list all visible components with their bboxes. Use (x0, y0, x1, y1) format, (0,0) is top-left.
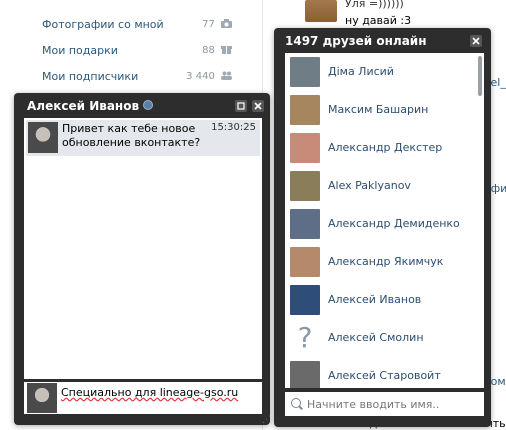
friend-name[interactable]: Александр Демиденко (328, 217, 460, 230)
close-icon (254, 102, 262, 110)
friend-item[interactable]: Alex Paklyanov (285, 167, 473, 205)
friend-item[interactable]: ? Алексей Смолин (285, 319, 473, 357)
avatar[interactable] (28, 122, 58, 153)
friend-name[interactable]: Алексей Старовойт (328, 369, 441, 382)
resize-grip-icon[interactable]: ⋰ (262, 415, 272, 425)
menu-item-photos-with-me[interactable]: Фотографии со мной 77 (30, 12, 242, 38)
avatar (290, 285, 320, 315)
menu-item-count: 88 (202, 38, 232, 64)
friend-item[interactable]: Максим Башарин (285, 91, 473, 129)
friend-item[interactable]: Алексей Иванов (285, 281, 473, 319)
close-chat-button[interactable] (252, 100, 264, 112)
menu-item-label: Фотографии со мной (42, 18, 164, 31)
menu-item-my-followers[interactable]: Мои подписчики 3 440 (30, 64, 242, 90)
avatar: ? (290, 323, 320, 353)
friends-list[interactable]: Діма Лисий Максим Башарин Александр Декс… (285, 53, 484, 388)
friend-item[interactable]: Діма Лисий (285, 53, 473, 91)
avatar (290, 57, 320, 87)
online-status-icon (143, 100, 154, 110)
friends-scrollbar[interactable] (478, 56, 482, 96)
message-draft[interactable]: Специально для lineage-gso.ru (61, 386, 238, 399)
close-friends-button[interactable] (470, 35, 482, 47)
background-message: ну давай :3 (345, 14, 412, 27)
restore-button[interactable] (235, 100, 247, 112)
friend-item[interactable]: Александр Декстер (285, 129, 473, 167)
avatar (290, 133, 320, 163)
background-avatar (305, 0, 337, 22)
message-input[interactable]: Специально для lineage-gso.ru (24, 382, 262, 414)
restore-icon (237, 102, 245, 110)
friend-name[interactable]: Діма Лисий (328, 65, 394, 78)
camera-icon (221, 19, 232, 28)
avatar (290, 171, 320, 201)
background-message: Уля =)))))) (345, 0, 404, 10)
menu-item-count: 77 (202, 12, 232, 38)
gift-icon (221, 46, 232, 54)
friend-search-input[interactable] (305, 394, 481, 414)
friend-item[interactable]: Алексей Старовойт (285, 357, 473, 388)
avatar (290, 361, 320, 388)
message-row: Привет как тебе новое обновление вконтак… (26, 120, 260, 156)
chat-partner-name: Алексей Иванов (27, 99, 140, 113)
menu-item-my-gifts[interactable]: Мои подарки 88 (30, 38, 242, 64)
friends-online-window[interactable]: 1497 друзей онлайн Діма Лисий Максим Баш… (274, 28, 491, 427)
menu-item-label: Мои подписчики (42, 70, 139, 83)
profile-menu: Фотографии со мной 77 Мои подарки 88 Мои… (30, 0, 242, 90)
friend-item[interactable]: Александр Демиденко (285, 205, 473, 243)
menu-item-count: 3 440 (186, 64, 232, 90)
message-history[interactable]: Привет как тебе новое обновление вконтак… (24, 118, 262, 379)
chat-window-title[interactable]: Алексей Иванов (27, 99, 154, 113)
message-text: Привет как тебе новое обновление вконтак… (62, 122, 201, 149)
avatar (290, 247, 320, 277)
friend-name[interactable]: Максим Башарин (328, 103, 428, 116)
friend-item[interactable]: Александр Якимчук (285, 243, 473, 281)
friend-name[interactable]: Алексей Смолин (328, 331, 424, 344)
friend-name[interactable]: Александр Декстер (328, 141, 442, 154)
search-icon (291, 398, 301, 408)
message-time: 15:30:25 (211, 122, 256, 133)
people-icon (221, 71, 232, 80)
friend-name[interactable]: Алексей Иванов (328, 293, 421, 306)
avatar (290, 95, 320, 125)
friends-window-title: 1497 друзей онлайн (285, 34, 427, 48)
friend-name[interactable]: Alex Paklyanov (328, 179, 411, 192)
avatar (290, 209, 320, 239)
menu-item-label: Мои подарки (42, 44, 118, 57)
close-icon (472, 37, 480, 45)
chat-window[interactable]: Алексей Иванов Привет как тебе новое обн… (14, 93, 270, 425)
avatar (27, 383, 57, 413)
friend-search[interactable] (285, 392, 484, 416)
friend-name[interactable]: Александр Якимчук (328, 255, 443, 268)
